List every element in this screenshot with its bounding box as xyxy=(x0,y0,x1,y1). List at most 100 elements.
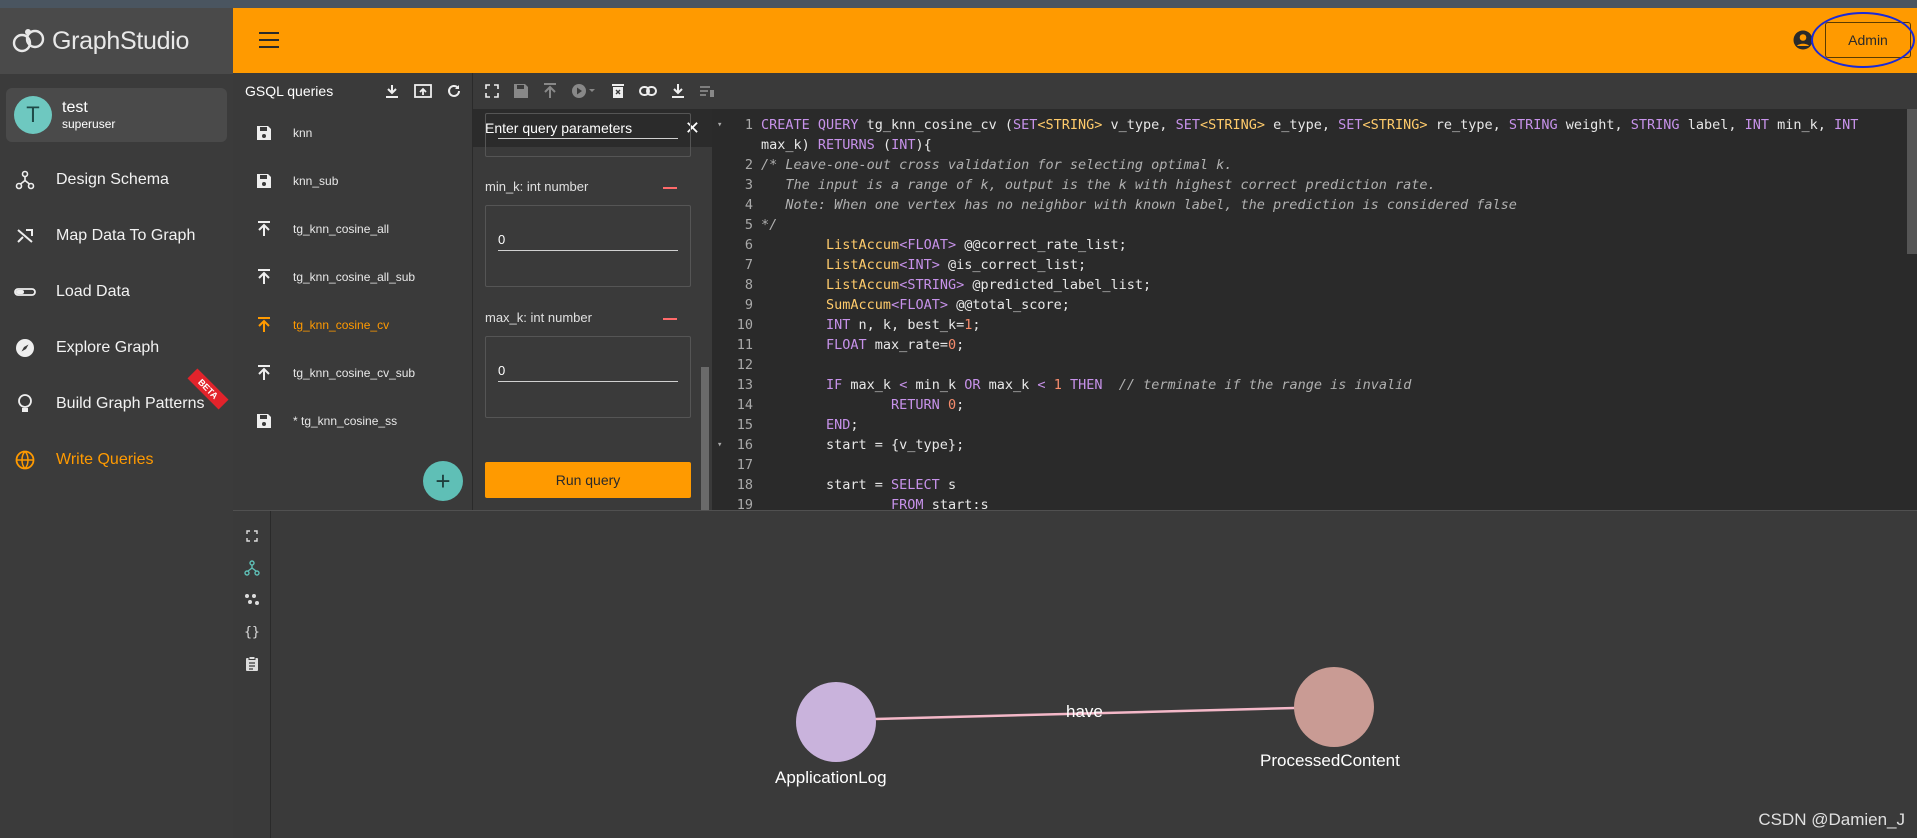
clipboard-icon[interactable] xyxy=(243,655,261,673)
code-text[interactable]: start = SELECT s xyxy=(761,475,956,495)
line-number: 10 xyxy=(736,317,753,333)
query-item-tg-knn-cosine-all-sub[interactable]: tg_knn_cosine_all_sub xyxy=(233,253,472,301)
code-text[interactable]: ListAccum<INT> @is_correct_list; xyxy=(761,255,1086,275)
queries-title: GSQL queries xyxy=(245,83,334,99)
code-text[interactable]: FROM start:s xyxy=(761,495,989,510)
sidebar-item-label: Write Queries xyxy=(56,451,154,468)
queries-panel: GSQL queries knn knn_sub tg_knn_cosine_a… xyxy=(233,73,473,510)
line-number: 13 xyxy=(736,377,753,393)
sidebar-item-design-schema[interactable]: Design Schema xyxy=(0,152,233,208)
param-max-k-value[interactable]: 0 xyxy=(498,363,505,378)
schema-view-icon[interactable] xyxy=(243,559,261,577)
run-query-button[interactable]: Run query xyxy=(485,462,691,498)
save-icon xyxy=(255,124,273,142)
param-max-k-field[interactable]: 0 xyxy=(485,336,691,418)
hamburger-menu-icon[interactable] xyxy=(259,32,279,48)
query-item-tg-knn-cosine-cv[interactable]: tg_knn_cosine_cv xyxy=(233,301,472,349)
line-number: 2 xyxy=(744,157,753,173)
link-icon[interactable] xyxy=(639,85,657,97)
code-scrollbar[interactable] xyxy=(1907,109,1917,254)
param-min-k-field[interactable]: 0 xyxy=(485,205,691,287)
code-text[interactable]: FLOAT max_rate=0; xyxy=(761,335,964,355)
line-number: 19 xyxy=(736,497,753,510)
install-icon[interactable] xyxy=(543,83,557,99)
add-query-button[interactable]: + xyxy=(423,461,463,501)
line-number: 6 xyxy=(744,237,753,253)
sidebar-item-load-data[interactable]: Load Data xyxy=(0,264,233,320)
app-logo[interactable]: GraphStudio xyxy=(0,8,233,74)
download-icon[interactable] xyxy=(671,83,685,99)
user-role: superuser xyxy=(62,117,116,131)
bulb-icon xyxy=(14,393,36,415)
delete-icon[interactable] xyxy=(611,83,625,99)
sidebar: GraphStudio T test superuser Design Sche… xyxy=(0,8,233,838)
sidebar-item-map-data[interactable]: Map Data To Graph xyxy=(0,208,233,264)
query-parameters-panel: Enter query parameters ✕ min_k: int numb… xyxy=(473,109,713,510)
code-text[interactable]: INT n, k, best_k=1; xyxy=(761,315,980,335)
query-item-tg-knn-cosine-ss[interactable]: * tg_knn_cosine_ss xyxy=(233,397,472,445)
install-icon xyxy=(255,316,273,334)
graph-view-icon[interactable] xyxy=(243,591,261,609)
node-label-applicationlog[interactable]: ApplicationLog xyxy=(775,768,887,788)
remove-min-k-icon[interactable] xyxy=(663,187,677,189)
upload-box-icon[interactable] xyxy=(414,83,432,99)
sidebar-item-explore-graph[interactable]: Explore Graph xyxy=(0,320,233,376)
fullscreen-icon[interactable] xyxy=(243,527,261,545)
install-icon xyxy=(255,268,273,286)
watermark: CSDN @Damien_J xyxy=(1758,810,1905,829)
code-text[interactable]: SumAccum<FLOAT> @@total_score; xyxy=(761,295,1070,315)
window-top-strip xyxy=(0,0,1917,8)
sidebar-item-label: Load Data xyxy=(56,283,130,300)
line-number: 16 xyxy=(736,437,753,453)
refresh-icon[interactable] xyxy=(446,83,462,99)
edge-label[interactable]: have xyxy=(1066,702,1103,722)
query-item-tg-knn-cosine-cv-sub[interactable]: tg_knn_cosine_cv_sub xyxy=(233,349,472,397)
remove-max-k-icon[interactable] xyxy=(663,318,677,320)
line-number: 11 xyxy=(736,337,753,353)
queries-header: GSQL queries xyxy=(233,73,472,109)
user-card[interactable]: T test superuser xyxy=(6,88,227,142)
code-text[interactable]: CREATE QUERY tg_knn_cosine_cv (SET<STRIN… xyxy=(761,115,1858,135)
sidebar-item-build-graph-patterns[interactable]: Build Graph Patterns BETA xyxy=(0,368,233,432)
query-item-knn[interactable]: knn xyxy=(233,109,472,157)
save-icon xyxy=(255,172,273,190)
query-item-label: tg_knn_cosine_all_sub xyxy=(293,270,416,284)
graph-canvas[interactable]: have ApplicationLog ProcessedContent CSD… xyxy=(271,511,1917,838)
account-icon[interactable] xyxy=(1793,30,1813,55)
fullscreen-icon[interactable] xyxy=(485,84,499,98)
code-editor[interactable]: ▾ 1 CREATE QUERY tg_knn_cosine_cv (SET<STR… xyxy=(713,109,1917,510)
clear-all-icon[interactable] xyxy=(699,84,715,98)
code-text[interactable]: start = {v_type}; xyxy=(761,435,964,455)
save-icon[interactable] xyxy=(513,83,529,99)
params-scrollbar[interactable] xyxy=(701,367,709,510)
code-text[interactable]: max_k) RETURNS (INT){ xyxy=(761,135,932,155)
code-text[interactable]: The input is a range of k, output is the… xyxy=(761,175,1435,195)
download-icon[interactable] xyxy=(384,83,400,99)
code-text[interactable]: Note: When one vertex has no neighbor wi… xyxy=(761,195,1517,215)
code-text[interactable]: END; xyxy=(761,415,859,435)
code-text[interactable]: ListAccum<STRING> @predicted_label_list; xyxy=(761,275,1151,295)
query-item-knn-sub[interactable]: knn_sub xyxy=(233,157,472,205)
query-item-tg-knn-cosine-all[interactable]: tg_knn_cosine_all xyxy=(233,205,472,253)
shuffle-icon xyxy=(14,225,36,247)
sidebar-item-write-queries[interactable]: Write Queries xyxy=(0,432,233,488)
node-label-processedcontent[interactable]: ProcessedContent xyxy=(1260,751,1400,771)
line-number: 18 xyxy=(736,477,753,493)
load-icon xyxy=(14,281,36,303)
code-text[interactable]: RETURN 0; xyxy=(761,395,964,415)
install-icon xyxy=(255,220,273,238)
code-text[interactable]: */ xyxy=(761,215,777,235)
install-icon xyxy=(255,364,273,382)
param-field-previous[interactable] xyxy=(485,113,691,157)
code-text[interactable]: ListAccum<FLOAT> @@correct_rate_list; xyxy=(761,235,1127,255)
compass-icon xyxy=(14,337,36,359)
top-header: Admin xyxy=(233,8,1917,73)
json-view-icon[interactable]: {} xyxy=(243,623,261,641)
code-text[interactable]: IF max_k < min_k OR max_k < 1 THEN // te… xyxy=(761,375,1411,395)
line-number: 1 xyxy=(744,117,753,133)
annotation-circle xyxy=(1811,12,1915,68)
line-number: 4 xyxy=(744,197,753,213)
run-dropdown-icon[interactable] xyxy=(571,83,597,99)
code-text[interactable]: /* Leave-one-out cross validation for se… xyxy=(761,155,1232,175)
param-min-k-value[interactable]: 0 xyxy=(498,232,505,247)
